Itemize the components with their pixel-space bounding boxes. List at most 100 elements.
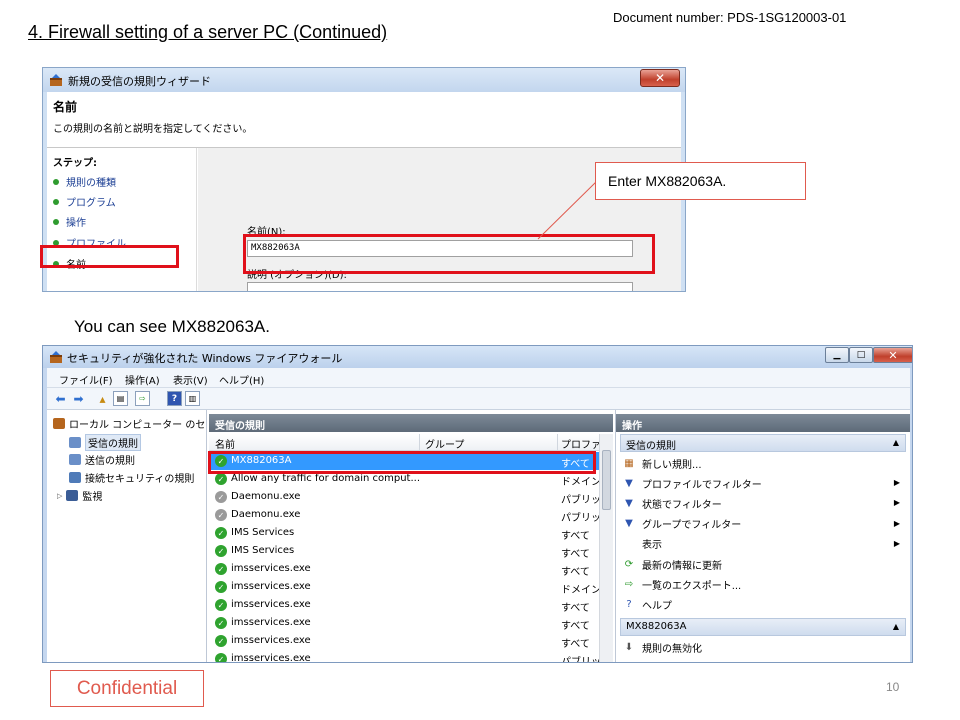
column-name[interactable]: 名前 (215, 436, 235, 451)
step-bullet-icon (53, 218, 59, 225)
action-item[interactable]: ? ヘルプ (622, 595, 906, 613)
submenu-arrow-icon: ▶ (893, 478, 900, 488)
step-action[interactable]: 操作 (53, 214, 86, 229)
actions-section-selected-rule[interactable]: MX882063A ▲ (620, 618, 906, 636)
wizard-titlebar: 新規の受信の規則ウィザード ✕ (43, 68, 685, 92)
rule-name: IMS Services (231, 527, 295, 538)
forward-arrow-icon[interactable]: ➡ (71, 391, 86, 406)
step-program[interactable]: プログラム (53, 194, 116, 209)
rule-name: IMS Services (231, 545, 295, 556)
action-item[interactable]: ▼ プロファイルでフィルター ▶ (622, 474, 906, 492)
action-item[interactable]: 表示 ▶ (622, 535, 906, 553)
action-item[interactable]: ⬇ 規則の無効化 (622, 638, 906, 656)
rules-list-pane: 受信の規則 名前 グループ プロファ ✓ MX882063A すべて ✓ Allow a… (209, 410, 613, 663)
action-label: ヘルプ (642, 600, 672, 612)
export-icon[interactable]: ⇨ (135, 391, 150, 406)
action-item[interactable]: ▼ 状態でフィルター ▶ (622, 494, 906, 512)
table-row[interactable]: ✓ IMS Services すべて (209, 524, 599, 542)
table-row[interactable]: ✓ Daemonu.exe パブリッ (209, 488, 601, 506)
column-separator (557, 434, 558, 451)
rule-enabled-icon: ✓ (215, 545, 227, 557)
rule-description-input[interactable] (247, 282, 633, 291)
action-label: 状態でフィルター (642, 499, 722, 511)
table-row[interactable]: ✓ imsservices.exe すべて (209, 560, 599, 578)
export-icon: ⇨ (624, 578, 634, 590)
rule-profile: パブリッ (561, 513, 601, 524)
rule-name: imsservices.exe (231, 635, 311, 646)
step-rule-type[interactable]: 規則の種類 (53, 174, 116, 189)
expand-arrow-icon[interactable]: ▷ (57, 492, 62, 500)
table-row[interactable]: ✓ IMS Services すべて (209, 542, 599, 560)
column-profile[interactable]: プロファ (561, 436, 601, 451)
highlight-name-input (243, 234, 655, 274)
rule-name: imsservices.exe (231, 653, 311, 663)
rule-enabled-icon: ✓ (215, 617, 227, 629)
step-bullet-icon (53, 198, 59, 205)
rules-scrollbar[interactable] (599, 434, 613, 662)
firewall-screenshot: セキュリティが強化された Windows ファイアウォール ▁ □ ✕ ファイル… (42, 345, 913, 663)
action-item[interactable]: ⇨ 一覧のエクスポート... (622, 575, 906, 593)
navigation-tree: ローカル コンピューター のセ 受信の規則 送信の規則 接続セキュリティの規則 … (47, 410, 207, 662)
menu-file[interactable]: ファイル(F) (59, 372, 113, 387)
wizard-window-title: 新規の受信の規則ウィザード (68, 75, 211, 88)
table-row[interactable]: ✓ imsservices.exe すべて (209, 614, 599, 632)
filter-icon: ▼ (625, 477, 633, 489)
menu-help[interactable]: ヘルプ(H) (219, 372, 264, 387)
rule-enabled-icon: ✓ (215, 563, 227, 575)
rule-profile: ドメイン (561, 585, 601, 596)
action-label: プロファイルでフィルター (642, 479, 762, 491)
firewall-window-title: セキュリティが強化された Windows ファイアウォール (67, 352, 343, 365)
rule-name: imsservices.exe (231, 599, 311, 610)
table-row[interactable]: ✓ imsservices.exe すべて (209, 632, 599, 650)
rule-profile: すべて (561, 621, 590, 632)
show-hide-tree-icon[interactable]: ▤ (113, 391, 128, 406)
new-rule-icon: ▦ (624, 457, 634, 469)
table-row[interactable]: ✓ imsservices.exe パブリッ (209, 650, 601, 663)
collapse-icon[interactable]: ▲ (893, 622, 899, 631)
rule-enabled-icon: ✓ (215, 599, 227, 611)
highlight-new-rule-row (208, 451, 596, 474)
tree-item-monitoring[interactable]: ▷ 監視 (57, 488, 102, 503)
maximize-icon[interactable]: □ (849, 347, 873, 363)
action-label: 規則の無効化 (642, 643, 702, 655)
scrollbar-thumb[interactable] (602, 450, 611, 510)
table-row[interactable]: ✓ Daemonu.exe パブリッ (209, 506, 601, 524)
rule-name: imsservices.exe (231, 563, 311, 574)
menu-view[interactable]: 表示(V) (173, 372, 208, 387)
help-icon[interactable]: ? (167, 391, 182, 406)
wizard-header: 名前 この規則の名前と説明を指定してください。 (47, 92, 681, 148)
tree-root[interactable]: ローカル コンピューター のセ (53, 416, 205, 431)
collapse-icon[interactable]: ▲ (893, 438, 899, 447)
callout-enter-name: Enter MX882063A. (595, 162, 806, 200)
filter-icon: ▼ (625, 497, 633, 509)
back-arrow-icon[interactable]: ⬅ (53, 391, 68, 406)
actions-header: 操作 (616, 414, 910, 432)
menu-action[interactable]: 操作(A) (125, 372, 160, 387)
table-row[interactable]: ✓ imsservices.exe ドメイン (209, 578, 601, 596)
column-group[interactable]: グループ (425, 436, 464, 451)
tree-item-connection-security[interactable]: 接続セキュリティの規則 (69, 470, 194, 485)
page-number: 10 (886, 680, 900, 694)
rule-profile: ドメイン (561, 477, 601, 488)
confidential-label: Confidential (50, 670, 204, 707)
wizard-steps-panel: ステップ: 規則の種類 プログラム 操作 プロファイル 名前 (47, 148, 197, 291)
rule-name: Daemonu.exe (231, 491, 301, 502)
actions-section-inbound[interactable]: 受信の規則 ▲ (620, 434, 906, 452)
up-folder-icon[interactable]: ▴ (95, 391, 110, 406)
action-item[interactable]: ▦ 新しい規則... (622, 454, 906, 472)
rule-profile: すべて (561, 603, 590, 614)
tree-item-outbound-rules[interactable]: 送信の規則 (69, 452, 135, 467)
tree-item-inbound-rules[interactable]: 受信の規則 (69, 434, 141, 451)
close-icon[interactable]: ✕ (640, 69, 680, 87)
action-item[interactable]: ▼ グループでフィルター ▶ (622, 515, 906, 533)
submenu-arrow-icon: ▶ (893, 538, 900, 548)
wizard-page-title: 名前 (53, 100, 78, 114)
show-hide-action-pane-icon[interactable]: ▥ (185, 391, 200, 406)
slide-title: 4. Firewall setting of a server PC (Cont… (28, 22, 388, 42)
action-item[interactable]: ⟳ 最新の情報に更新 (622, 555, 906, 573)
rule-enabled-icon: ✓ (215, 653, 227, 662)
submenu-arrow-icon: ▶ (893, 498, 900, 508)
minimize-icon[interactable]: ▁ (825, 347, 849, 363)
table-row[interactable]: ✓ imsservices.exe すべて (209, 596, 599, 614)
close-icon[interactable]: ✕ (873, 347, 912, 363)
